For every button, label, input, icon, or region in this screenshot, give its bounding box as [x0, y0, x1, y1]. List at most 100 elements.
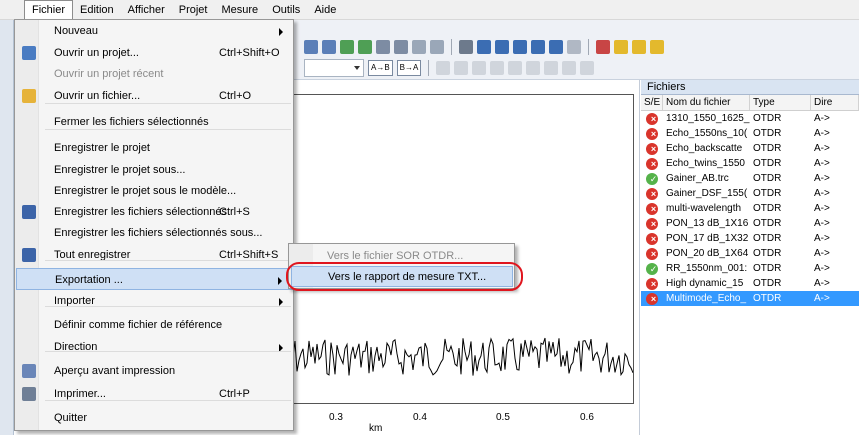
file-menu-item[interactable]: Enregistrer le projet sous le modèle...	[16, 180, 293, 202]
x-tick-label: 0.3	[329, 412, 343, 423]
list-view-icon[interactable]	[513, 40, 527, 54]
file-menu-item-label: Nouveau	[54, 25, 99, 37]
table-view-icon[interactable]	[477, 40, 491, 54]
zoom-all-icon[interactable]	[358, 40, 372, 54]
menu-edition[interactable]: Edition	[73, 0, 121, 20]
file-menu-item-label: Exportation ...	[55, 274, 123, 286]
status-ok-icon: ✓	[646, 172, 658, 185]
file-menu-item[interactable]: Définir comme fichier de référence	[16, 314, 293, 336]
menu-projet[interactable]: Projet	[172, 0, 215, 20]
file-menu-item[interactable]: Ouvrir un projet... Ctrl+Shift+O	[16, 42, 293, 64]
window-icon[interactable]	[567, 40, 581, 54]
type-cell: OTDR	[753, 188, 782, 199]
event-icon[interactable]	[596, 40, 610, 54]
marker-double-plus-icon[interactable]	[544, 61, 559, 75]
trace-line	[282, 337, 634, 377]
header-filename[interactable]: Nom du fichier	[663, 95, 750, 110]
left-dock-strip	[0, 20, 14, 435]
table-row[interactable]: × Multimode_Echo_ OTDR A->	[641, 291, 859, 306]
marker-a1-icon[interactable]	[412, 40, 426, 54]
table-row[interactable]: ✓ RR_1550nm_001: OTDR A->	[641, 261, 859, 276]
toolbar-separator	[428, 60, 430, 76]
marker-a-icon[interactable]	[376, 40, 390, 54]
zoom-fit-icon[interactable]	[340, 40, 354, 54]
lock-icon-2[interactable]	[632, 40, 646, 54]
filename-cell: Echo_twins_1550	[666, 158, 745, 169]
toolbar-row-2: A→B B→A	[304, 57, 595, 79]
file-menu-item[interactable]: Enregistrer le projet sous...	[16, 159, 293, 181]
status-error-icon: ×	[646, 202, 658, 215]
status-error-icon: ×	[646, 157, 658, 170]
menu-aide[interactable]: Aide	[307, 0, 343, 20]
table-row[interactable]: ✓ Gainer_AB.trc OTDR A->	[641, 171, 859, 186]
file-menu-item[interactable]: Tout enregistrer Ctrl+Shift+S	[16, 244, 293, 266]
file-menu-item-label: Tout enregistrer	[54, 249, 131, 261]
header-type[interactable]: Type	[750, 95, 811, 110]
table-row[interactable]: × PON_13 dB_1X16 OTDR A->	[641, 216, 859, 231]
direction-cell: A->	[814, 128, 830, 139]
menu-separator	[45, 103, 291, 104]
marker-right-icon[interactable]	[472, 61, 487, 75]
marker-left-icon[interactable]	[454, 61, 469, 75]
table-row[interactable]: × multi-wavelength OTDR A->	[641, 201, 859, 216]
table-row[interactable]: × PON_17 dB_1X32 OTDR A->	[641, 231, 859, 246]
trace-tool-icon[interactable]	[459, 40, 473, 54]
zoom-in-icon[interactable]	[304, 40, 318, 54]
document-icon[interactable]	[562, 61, 577, 75]
chevron-down-icon	[354, 66, 360, 70]
file-menu-item[interactable]: Imprimer... Ctrl+P	[16, 383, 293, 405]
table-row[interactable]: × Echo_1550ns_10(OTDR A->	[641, 126, 859, 141]
grid-view-icon[interactable]	[495, 40, 509, 54]
type-cell: OTDR	[753, 203, 782, 214]
marker-bar-icon[interactable]	[508, 61, 523, 75]
file-menu-item-label: Direction	[54, 341, 98, 353]
file-menu-item[interactable]: Ouvrir un projet récent	[16, 63, 293, 85]
file-menu-item[interactable]: Direction	[16, 336, 293, 358]
menu-fichier[interactable]: Fichier	[24, 0, 74, 20]
table-row[interactable]: × Echo_twins_1550 OTDR A->	[641, 156, 859, 171]
marker-split-icon[interactable]	[490, 61, 505, 75]
file-menu-item[interactable]: Exportation ...	[16, 268, 293, 290]
direction-cell: A->	[814, 248, 830, 259]
file-menu-item[interactable]: Enregistrer les fichiers sélectionnés so…	[16, 222, 293, 244]
file-menu-item[interactable]: Nouveau	[16, 20, 293, 42]
image-icon[interactable]	[580, 61, 595, 75]
direction-cell: A->	[814, 278, 830, 289]
menu-afficher[interactable]: Afficher	[121, 0, 172, 20]
file-menu-item[interactable]: Quitter	[16, 407, 293, 429]
lock-icon[interactable]	[614, 40, 628, 54]
table-row[interactable]: × High dynamic_15 OTDR A->	[641, 276, 859, 291]
settings-icon[interactable]	[436, 61, 451, 75]
menu-mesure[interactable]: Mesure	[215, 0, 266, 20]
file-menu-item[interactable]: Enregistrer les fichiers sélectionnés Ctr…	[16, 201, 293, 223]
marker-a2-icon[interactable]	[430, 40, 444, 54]
table-row[interactable]: × PON_20 dB_1X64 OTDR A->	[641, 246, 859, 261]
file-menu-item[interactable]: Enregistrer le projet	[16, 137, 293, 159]
status-cell: ×	[641, 157, 663, 170]
zoom-out-icon[interactable]	[322, 40, 336, 54]
menu-outils[interactable]: Outils	[265, 0, 307, 20]
trace-combo[interactable]	[304, 59, 364, 77]
table-row[interactable]: × Echo_backscatte OTDR A->	[641, 141, 859, 156]
file-menu-item-label: Enregistrer le projet sous le modèle...	[54, 185, 237, 197]
file-menu-item[interactable]: Aperçu avant impression	[16, 360, 293, 382]
header-direction[interactable]: Dire	[811, 95, 859, 110]
file-menu-item[interactable]: Importer	[16, 290, 293, 312]
print-preview-icon	[22, 364, 36, 378]
table-row[interactable]: × Gainer_DSF_155(OTDR A->	[641, 186, 859, 201]
lock-icon-3[interactable]	[650, 40, 664, 54]
direction-ba-button[interactable]: B→A	[396, 60, 422, 76]
direction-cell: A->	[814, 173, 830, 184]
toolbar-row-1	[304, 36, 664, 58]
marker-plus-icon[interactable]	[526, 61, 541, 75]
file-menu-item-label: Ouvrir un projet récent	[54, 68, 164, 80]
menu-separator	[45, 260, 291, 261]
page-icon[interactable]	[549, 40, 563, 54]
direction-ab-button[interactable]: A→B	[368, 60, 393, 76]
type-cell: OTDR	[753, 158, 782, 169]
filename-cell: High dynamic_15	[666, 278, 744, 289]
marker-b-icon[interactable]	[394, 40, 408, 54]
report-icon[interactable]	[531, 40, 545, 54]
table-row[interactable]: × 1310_1550_1625_ OTDR A->	[641, 111, 859, 126]
header-se[interactable]: S/E	[641, 95, 663, 110]
